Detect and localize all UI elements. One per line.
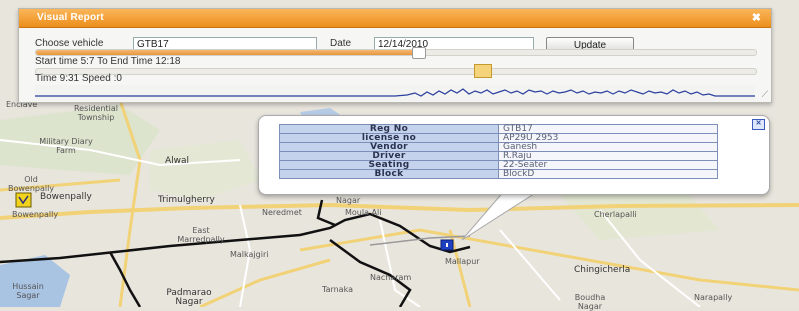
map-label-mallapur: Mallapur [445,257,480,266]
map-label-alwal: Alwal [165,156,190,166]
map-label-nacharam: Nacharam [370,273,412,282]
location-pin-icon[interactable] [15,192,32,208]
date-label: Date [330,38,352,49]
map-label-old-bowenpally: Old Bowenpally [8,175,55,193]
playback-slider[interactable] [35,64,757,78]
table-row: Seating 22-Seater [279,160,718,170]
map-label-boudha: Boudha Nagar [574,293,606,311]
map-label-bowenpally: Bowenpally [40,192,92,202]
speed-graph [35,85,755,101]
map-label-tarnaka: Tarnaka [322,285,353,294]
time-range-slider[interactable] [35,47,757,59]
time-range-text: Start time 5:7 To End Time 12:18 [35,56,181,67]
time-range-handle[interactable] [411,47,426,59]
table-row: Driver R.Raju [279,151,718,161]
vehicle-info-table: Reg No GTB17 license no AP29U 2953 Vendo… [279,124,718,179]
map-label-bowenpally-2: Bowenpally [12,210,59,219]
visual-report-panel: Visual Report ✖ Choose vehicle Date Upda… [18,8,772,103]
choose-vehicle-label: Choose vehicle [35,38,104,49]
map-label-trimulgherry: Trimulgherry [158,195,215,205]
table-row: license no AP29U 2953 [279,133,718,143]
popup-close-icon[interactable]: ✕ [752,119,765,130]
close-icon[interactable]: ✖ [752,11,761,24]
table-row: Vendor Ganesh [279,142,718,152]
status-text: Time 9:31 Speed :0 [35,73,122,84]
map-label-neredmet: Neredmet [262,208,302,217]
map-label-malkajgiri: Malkajgiri [230,250,269,259]
map-label-east-marredpally: East Marredpally [177,226,225,244]
info-key-block: Block [279,169,499,179]
map-label-military: Military Diary Farm [39,137,93,155]
time-range-fill [36,50,418,55]
table-row: Block BlockD [279,169,718,179]
table-row: Reg No GTB17 [279,124,718,134]
vehicle-info-popup: ✕ Reg No GTB17 license no AP29U 2953 Ven… [258,115,770,195]
playback-handle[interactable] [474,64,493,78]
map-label-moula-ali: Moula Ali [345,208,382,217]
panel-title: Visual Report [37,12,104,23]
map-label-padmarao: Padmarao Nagar [166,288,212,307]
map-label-nagar: Nagar [336,196,361,205]
panel-header[interactable]: Visual Report ✖ [19,9,771,28]
map-label-residential: Residential Township [73,104,119,122]
map-label-hussain-sagar: Hussain Sagar [12,282,44,300]
map-label-cherlapalli: Cherlapalli [594,210,637,219]
map-label-narapally: Narapally [694,293,733,302]
map-label-chingicherla: Chingicherla [574,265,631,275]
resize-grip-icon[interactable]: ⟋ [762,89,768,100]
info-value-block: BlockD [498,169,718,179]
